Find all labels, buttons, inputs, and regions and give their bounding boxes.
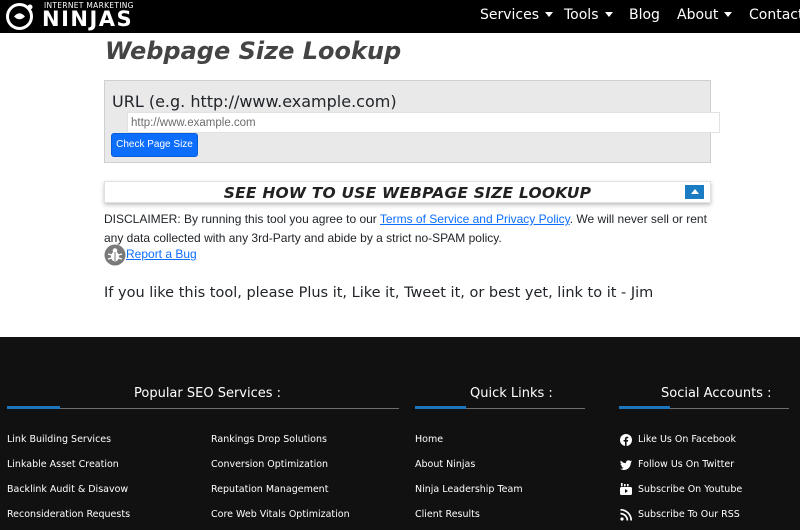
bug-icon <box>104 244 126 266</box>
top-navbar: INTERNET MARKETING NINJAS Services Tools… <box>0 0 800 33</box>
disclaimer-text: DISCLAIMER: By running this tool you agr… <box>104 210 719 248</box>
disclaimer-prefix: DISCLAIMER: By running this tool you agr… <box>104 212 380 226</box>
footer-link-facebook[interactable]: Like Us On Facebook <box>638 434 736 445</box>
chevron-down-icon <box>724 12 733 17</box>
footer-heading-popular: Popular SEO Services : <box>134 386 282 401</box>
url-label: URL (e.g. http://www.example.com) <box>112 92 397 111</box>
how-to-use-heading: SEE HOW TO USE WEBPAGE SIZE LOOKUP <box>223 184 592 202</box>
footer-link-reputation[interactable]: Reputation Management <box>211 484 328 495</box>
footer-link-client-results[interactable]: Client Results <box>415 509 480 520</box>
chevron-down-icon <box>604 12 613 17</box>
nav-services[interactable]: Services <box>480 0 554 33</box>
footer-divider-accent <box>619 406 670 409</box>
terms-privacy-link[interactable]: Terms of Service and Privacy Policy <box>380 212 570 226</box>
site-footer: Popular SEO Services : Quick Links : Soc… <box>0 337 800 530</box>
page-title: Webpage Size Lookup <box>105 37 402 65</box>
footer-link-core-web-vitals[interactable]: Core Web Vitals Optimization <box>211 509 350 520</box>
nav-blog[interactable]: Blog <box>629 0 660 33</box>
footer-link-leadership[interactable]: Ninja Leadership Team <box>415 484 523 495</box>
footer-heading-social: Social Accounts : <box>661 386 772 401</box>
chevron-down-icon <box>545 12 554 17</box>
footer-link-reconsideration[interactable]: Reconsideration Requests <box>7 509 130 520</box>
footer-heading-quick: Quick Links : <box>470 386 553 401</box>
report-bug-link[interactable]: Report a Bug <box>126 247 197 261</box>
facebook-icon <box>620 434 632 446</box>
nav-contact-label: Contact <box>749 7 800 23</box>
accordion-toggle-button[interactable] <box>685 185 704 199</box>
nav-blog-label: Blog <box>629 7 660 23</box>
rss-icon <box>620 509 632 521</box>
footer-divider-accent <box>7 406 60 409</box>
nav-contact[interactable]: Contact <box>749 0 800 33</box>
footer-link-link-building[interactable]: Link Building Services <box>7 434 111 445</box>
footer-divider-accent <box>415 406 466 409</box>
nav-about-label: About <box>677 7 719 23</box>
nav-tools-label: Tools <box>564 7 599 23</box>
nav-services-label: Services <box>480 7 540 23</box>
nav-about[interactable]: About <box>677 0 733 33</box>
logo-wordmark: NINJAS <box>42 7 134 31</box>
youtube-icon <box>620 483 632 495</box>
footer-link-backlink-audit[interactable]: Backlink Audit & Disavow <box>7 484 128 495</box>
ninja-logo-icon <box>6 3 33 30</box>
footer-divider <box>7 408 399 409</box>
footer-link-rss[interactable]: Subscribe To Our RSS <box>638 509 740 520</box>
nav-tools[interactable]: Tools <box>564 0 613 33</box>
footer-link-rankings-drop[interactable]: Rankings Drop Solutions <box>211 434 327 445</box>
footer-link-youtube[interactable]: Subscribe On Youtube <box>638 484 742 495</box>
url-input[interactable] <box>127 112 720 133</box>
chevron-up-icon <box>691 189 699 194</box>
share-message: If you like this tool, please Plus it, L… <box>104 285 654 301</box>
twitter-icon <box>620 460 632 470</box>
site-logo[interactable]: INTERNET MARKETING NINJAS <box>6 0 133 33</box>
footer-link-twitter[interactable]: Follow Us On Twitter <box>638 459 734 470</box>
lookup-form: URL (e.g. http://www.example.com) Check … <box>104 80 720 163</box>
check-page-size-button[interactable]: Check Page Size <box>111 133 198 157</box>
footer-link-home[interactable]: Home <box>415 434 443 445</box>
footer-link-linkable-asset[interactable]: Linkable Asset Creation <box>7 459 119 470</box>
how-to-use-accordion[interactable]: SEE HOW TO USE WEBPAGE SIZE LOOKUP <box>104 181 711 203</box>
footer-link-conversion[interactable]: Conversion Optimization <box>211 459 328 470</box>
footer-link-about-ninjas[interactable]: About Ninjas <box>415 459 475 470</box>
